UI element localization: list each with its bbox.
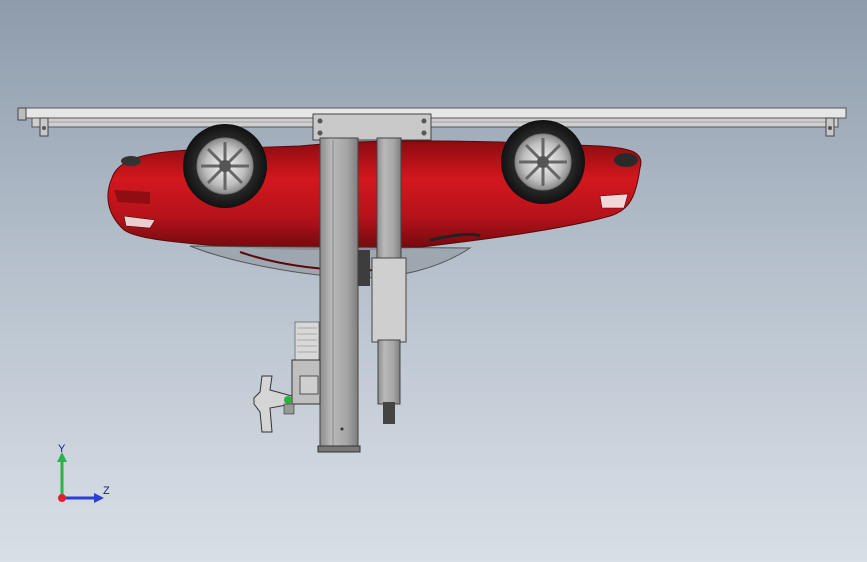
model-view[interactable] bbox=[0, 0, 867, 562]
overhead-rail[interactable] bbox=[17, 107, 847, 137]
z-axis-label: Z bbox=[103, 485, 110, 497]
trolley-carriage[interactable] bbox=[312, 113, 432, 141]
bracket-shadow bbox=[358, 250, 370, 286]
orientation-triad[interactable]: Y Z bbox=[48, 440, 118, 510]
cad-viewport[interactable]: Y Z bbox=[0, 0, 867, 562]
gripper-assembly[interactable] bbox=[253, 321, 321, 433]
lift-cylinder[interactable] bbox=[371, 137, 407, 424]
x-axis-dot bbox=[58, 494, 66, 502]
front-wheel[interactable] bbox=[183, 124, 267, 208]
main-column[interactable] bbox=[317, 137, 361, 453]
y-axis-label: Y bbox=[58, 443, 66, 455]
rear-wheel[interactable] bbox=[501, 120, 585, 204]
